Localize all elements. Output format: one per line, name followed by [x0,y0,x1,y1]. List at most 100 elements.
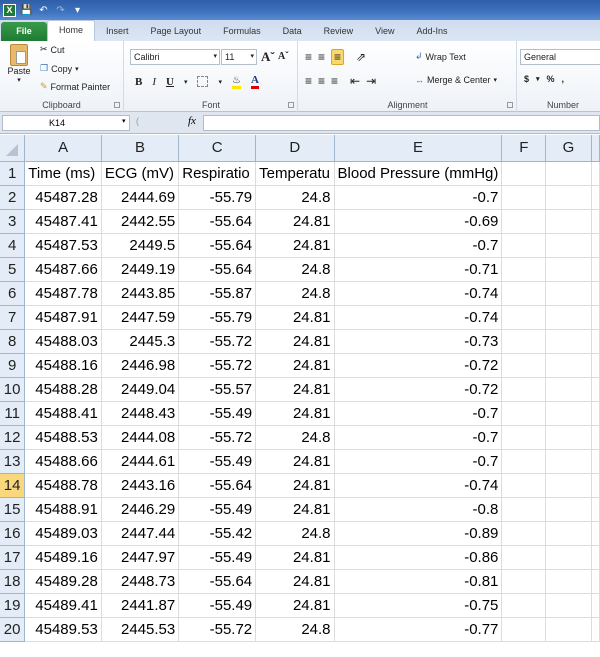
percent-icon[interactable]: % [547,74,555,84]
cell[interactable]: -55.42 [178,521,257,546]
cell[interactable]: 45489.16 [24,545,102,570]
cell[interactable]: 2447.44 [101,521,180,546]
cell[interactable] [501,377,547,402]
grow-font-icon[interactable]: Aˇ [261,49,275,65]
cell[interactable]: 2446.98 [101,353,180,378]
cell[interactable]: 24.81 [255,377,335,402]
cell[interactable] [591,425,600,450]
column-header-d[interactable]: D [255,135,335,162]
orientation-icon[interactable]: ⇗ [356,50,366,64]
row-header[interactable]: 15 [0,497,26,522]
increase-indent-icon[interactable]: ⇥ [366,74,376,88]
cell[interactable] [501,353,547,378]
tab-formulas[interactable]: Formulas [212,22,272,41]
merge-center-button[interactable]: ↔ Merge & Center ▾ [415,75,497,85]
paste-dropdown-icon[interactable]: ▾ [6,76,32,84]
borders-icon[interactable] [197,76,209,87]
cell[interactable] [545,281,592,306]
cell[interactable]: -0.75 [334,593,503,618]
cell[interactable]: 2446.29 [101,497,180,522]
currency-icon[interactable]: $ [524,74,529,84]
borders-dropdown-icon[interactable]: ▾ [218,78,222,86]
cell[interactable]: 24.8 [255,521,335,546]
cell[interactable]: 24.8 [255,257,335,282]
cell[interactable]: 45487.53 [24,233,102,258]
cell[interactable]: -55.72 [178,425,257,450]
cell[interactable] [545,185,592,210]
column-header-c[interactable]: C [178,135,257,162]
cell[interactable] [501,521,547,546]
cell[interactable]: -55.64 [178,209,257,234]
cell[interactable] [545,425,592,450]
align-left-icon[interactable]: ≡ [305,74,312,88]
cell[interactable] [545,377,592,402]
column-header-b[interactable]: B [101,135,180,162]
font-name-select[interactable]: Calibri ▾ [130,49,220,65]
select-all-button[interactable] [0,135,26,162]
cell[interactable] [501,185,547,210]
cell[interactable]: 2444.69 [101,185,180,210]
cell[interactable]: 2448.43 [101,401,180,426]
cell[interactable] [545,593,592,618]
cell[interactable]: 24.81 [255,449,335,474]
cell[interactable]: 45487.66 [24,257,102,282]
cell[interactable] [501,593,547,618]
cell[interactable] [591,497,600,522]
cell[interactable]: -55.49 [178,593,257,618]
align-top-icon[interactable]: ≡ [305,50,312,64]
underline-button[interactable]: U [166,76,174,88]
cell[interactable]: 24.81 [255,329,335,354]
cell[interactable]: 45489.28 [24,569,102,594]
tab-review[interactable]: Review [313,22,365,41]
cell[interactable]: 45488.66 [24,449,102,474]
row-header[interactable]: 4 [0,233,26,258]
cell[interactable]: -0.74 [334,305,503,330]
cell[interactable]: 2441.87 [101,593,180,618]
cell[interactable]: 2445.3 [101,329,180,354]
currency-dropdown-icon[interactable]: ▾ [536,75,540,83]
cell[interactable] [545,521,592,546]
cell[interactable]: -55.64 [178,257,257,282]
cell[interactable]: 45488.28 [24,377,102,402]
cell[interactable] [591,473,600,498]
row-header[interactable]: 11 [0,401,26,426]
cell[interactable] [501,617,547,642]
cell[interactable]: 2447.97 [101,545,180,570]
row-header[interactable]: 8 [0,329,26,354]
cell[interactable]: -0.7 [334,425,503,450]
header-cell[interactable]: Temperatu [255,161,335,186]
cell[interactable]: -0.72 [334,377,503,402]
cell[interactable] [501,425,547,450]
column-header-a[interactable]: A [24,135,102,162]
column-header-f[interactable]: F [501,135,547,162]
row-header[interactable]: 13 [0,449,26,474]
tab-file[interactable]: File [1,22,47,41]
cell[interactable] [501,497,547,522]
cell[interactable]: 45488.78 [24,473,102,498]
row-header[interactable]: 7 [0,305,26,330]
cell[interactable]: -55.49 [178,545,257,570]
cell[interactable] [591,449,600,474]
cell[interactable]: 45487.91 [24,305,102,330]
cell[interactable]: -0.7 [334,449,503,474]
cell[interactable] [501,257,547,282]
row-header[interactable]: 20 [0,617,26,642]
cut-button[interactable]: ✂ Cut [40,44,65,55]
row-header[interactable]: 12 [0,425,26,450]
cell[interactable]: 45487.78 [24,281,102,306]
cell[interactable]: 2443.85 [101,281,180,306]
customize-icon[interactable]: ▾ [71,4,84,17]
row-header[interactable]: 10 [0,377,26,402]
align-right-icon[interactable]: ≡ [331,74,338,88]
cell[interactable]: -55.79 [178,305,257,330]
cell[interactable]: -0.74 [334,281,503,306]
cell[interactable]: 2449.19 [101,257,180,282]
cell[interactable] [501,401,547,426]
cell[interactable] [545,353,592,378]
cell[interactable]: -55.72 [178,329,257,354]
cell[interactable]: 45488.03 [24,329,102,354]
undo-icon[interactable]: ↶ [37,4,50,17]
cell[interactable]: -55.49 [178,449,257,474]
cell[interactable]: -55.57 [178,377,257,402]
cell[interactable]: -55.49 [178,401,257,426]
